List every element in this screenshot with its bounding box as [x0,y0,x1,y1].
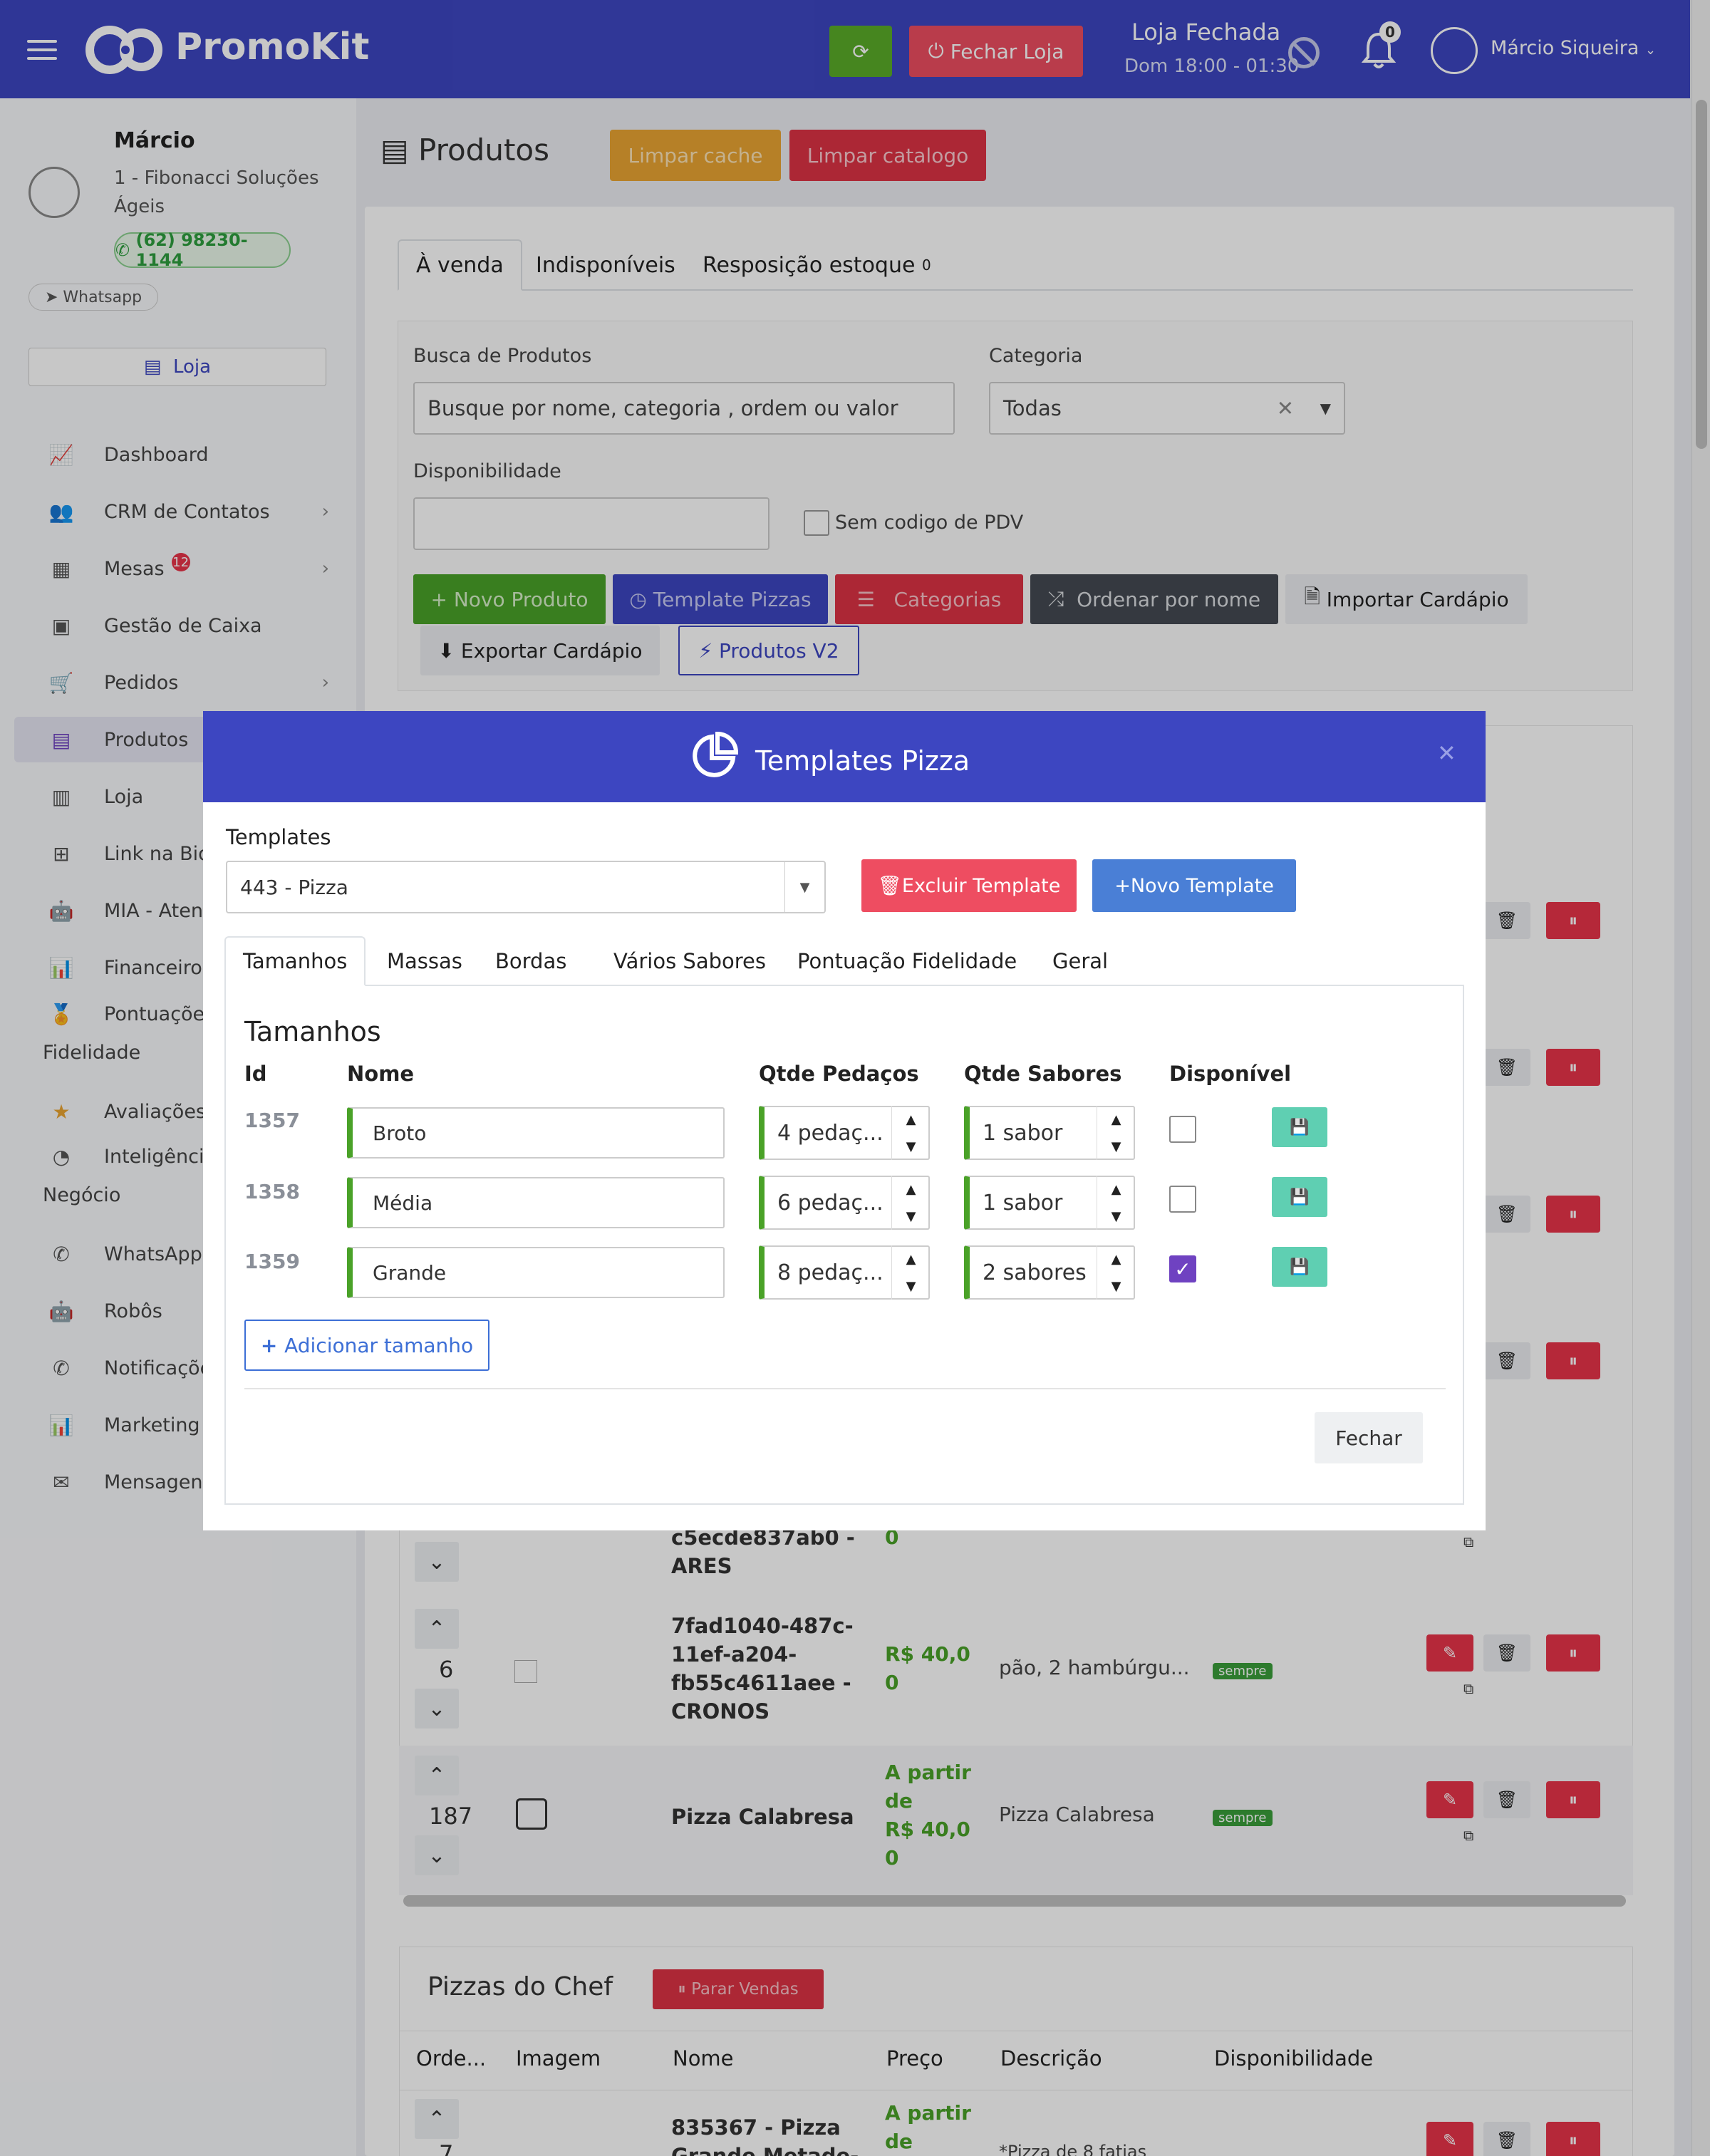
divider [244,1388,1446,1389]
btn-label: Excluir Template [901,874,1061,897]
caret-down-icon: ▼ [906,1278,916,1294]
add-size-button[interactable]: + Adicionar tamanho [244,1320,489,1371]
size-name-input[interactable]: Grande [347,1247,725,1298]
modal-title: Templates Pizza [755,745,970,777]
caret-up-icon: ▲ [1111,1251,1121,1267]
column-disponivel: Disponível [1169,1062,1292,1086]
pieces-spinner[interactable]: ▲ ▼ [891,1176,930,1230]
template-select[interactable]: 443 - Pizza ▼ [226,861,826,913]
caret-down-icon: ▼ [1111,1208,1121,1224]
template-selected-value: 443 - Pizza [240,875,348,899]
pie-chart-icon [693,731,739,777]
tab-geral[interactable]: Geral [1035,936,1125,986]
tab-varios-sabores[interactable]: Vários Sabores [596,936,783,986]
available-checkbox-checked[interactable]: ✓ [1169,1255,1196,1282]
templates-label: Templates [226,825,331,849]
caret-up-icon: ▲ [906,1111,916,1127]
check-icon: ✓ [1174,1257,1191,1281]
modal-header: Templates Pizza ✕ [203,711,1486,802]
caret-down-icon: ▼ [784,862,824,912]
tab-pontuacao-fidelidade[interactable]: Pontuação Fidelidade [780,936,1034,986]
flavors-spinner[interactable]: ▲ ▼ [1097,1176,1135,1230]
template-tabs: Tamanhos Massas Bordas Vários Sabores Po… [224,936,1464,986]
size-id: 1359 [244,1250,300,1273]
close-button[interactable]: Fechar [1315,1412,1423,1463]
templates-pizza-modal: Templates Pizza ✕ Templates 443 - Pizza ▼… [203,711,1486,1530]
column-sabores: Qtde Sabores [964,1062,1122,1086]
save-size-button[interactable]: 💾 [1272,1247,1327,1287]
column-id: Id [244,1062,267,1086]
plus-icon: + [260,1333,285,1357]
save-icon: 💾 [1290,1118,1310,1136]
flavors-spinner[interactable]: ▲ ▼ [1097,1245,1135,1300]
column-nome: Nome [347,1062,415,1086]
size-id: 1357 [244,1109,300,1132]
caret-down-icon: ▼ [1111,1278,1121,1294]
new-template-button[interactable]: + Novo Template [1092,859,1296,912]
pieces-spinner[interactable]: ▲ ▼ [891,1245,930,1300]
size-name-input[interactable]: Broto [347,1107,725,1159]
pieces-spinner[interactable]: ▲ ▼ [891,1106,930,1160]
save-size-button[interactable]: 💾 [1272,1177,1327,1217]
delete-template-button[interactable]: 🗑 Excluir Template [861,859,1077,912]
available-checkbox[interactable] [1169,1186,1196,1213]
size-name-input[interactable]: Média [347,1177,725,1228]
tab-bordas[interactable]: Bordas [478,936,584,986]
btn-label: Novo Template [1130,874,1274,897]
caret-up-icon: ▲ [906,1251,916,1267]
size-id: 1358 [244,1180,300,1203]
save-size-button[interactable]: 💾 [1272,1107,1327,1147]
caret-down-icon: ▼ [1111,1139,1121,1154]
trash-icon: 🗑 [877,875,902,897]
save-icon: 💾 [1290,1258,1310,1276]
caret-up-icon: ▲ [906,1181,916,1197]
available-checkbox[interactable] [1169,1116,1196,1143]
btn-label: Adicionar tamanho [284,1333,474,1357]
caret-up-icon: ▲ [1111,1181,1121,1197]
close-icon[interactable]: ✕ [1437,740,1456,767]
caret-down-icon: ▼ [906,1208,916,1224]
tab-massas[interactable]: Massas [370,936,480,986]
caret-down-icon: ▼ [906,1139,916,1154]
column-pedacos: Qtde Pedaços [759,1062,919,1086]
tab-tamanhos[interactable]: Tamanhos [224,936,366,986]
caret-up-icon: ▲ [1111,1111,1121,1127]
section-title: Tamanhos [244,1016,381,1047]
save-icon: 💾 [1290,1188,1310,1206]
flavors-spinner[interactable]: ▲ ▼ [1097,1106,1135,1160]
